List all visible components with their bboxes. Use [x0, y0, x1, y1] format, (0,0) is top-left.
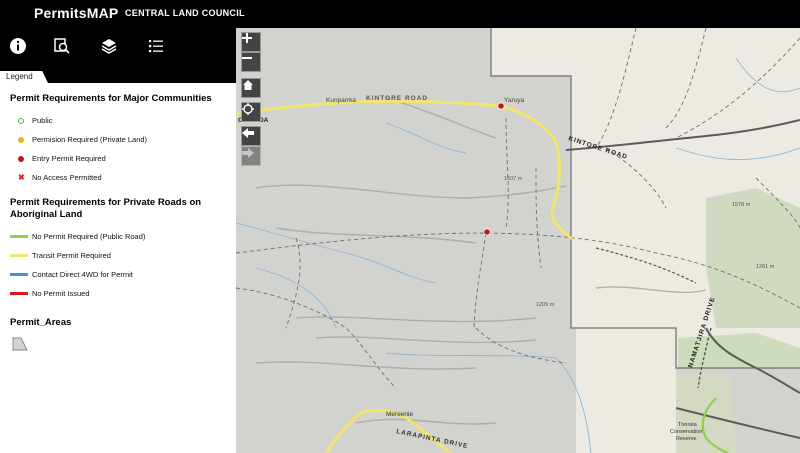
home-icon	[243, 80, 253, 90]
blue-line-icon	[10, 273, 28, 276]
arrow-left-icon	[242, 128, 254, 138]
label-kintore-left: KINTORE ROAD	[366, 95, 428, 102]
legend-item-public: Public	[10, 111, 226, 130]
label-larapinta: LARAPINTA DRIVE	[396, 428, 469, 450]
yellow-line-icon	[10, 254, 28, 257]
entry-permit-dot-icon	[18, 155, 24, 162]
transit-permit-roads	[236, 99, 573, 453]
legend-item-entry-permit: Entry Permit Required	[10, 149, 226, 168]
legend-item-public-road: No Permit Required (Public Road)	[10, 227, 226, 246]
app-header: PermitsMAP CENTRAL LAND COUNCIL	[0, 0, 800, 28]
org-name: CENTRAL LAND COUNCIL	[125, 8, 245, 18]
search-map-button[interactable]	[48, 32, 76, 60]
roads-title: Permit Requirements for Private Roads on…	[10, 197, 202, 220]
community-marker-icon[interactable]	[483, 228, 491, 236]
layers-icon	[101, 39, 117, 54]
communities-list: Public Permision Required (Private Land)…	[10, 111, 226, 187]
permission-dot-icon	[18, 136, 24, 143]
map-canvas: Kunparrka Yaruya KINTORE ROAD KINTORE RO…	[236, 28, 800, 453]
label-conservation: Conservation	[670, 429, 702, 435]
app-title: PermitsMAP	[34, 5, 119, 21]
legend-item-no-permit: No Permit Issued	[10, 284, 226, 303]
previous-extent-button[interactable]	[241, 126, 261, 146]
legend-panel: Permit Requirements for Major Communitie…	[0, 83, 236, 453]
info-icon	[10, 38, 26, 54]
legend-item-no-access: ✖ No Access Permitted	[18, 172, 102, 182]
legend-item-permission: Permision Required (Private Land)	[10, 130, 226, 149]
legend-item-4wd: Contact Direct 4WD for Permit	[10, 265, 226, 284]
panel-toolbar	[0, 28, 236, 68]
label-tnorala: Tnorala	[678, 422, 698, 428]
red-line-icon	[10, 292, 28, 295]
roads-list: No Permit Required (Public Road) Transit…	[10, 227, 226, 303]
label-elev-3: 1261 m	[756, 264, 775, 270]
zoom-in-button[interactable]	[241, 32, 261, 52]
plus-icon	[242, 33, 252, 43]
no-access-x-icon: ✖	[18, 172, 25, 182]
layers-button[interactable]	[95, 32, 123, 60]
minus-icon	[242, 57, 252, 59]
next-extent-button[interactable]	[241, 146, 261, 166]
label-elev-1: 1507 m	[504, 176, 523, 182]
arrow-right-icon	[242, 148, 254, 158]
zoom-out-button[interactable]	[241, 52, 261, 72]
list-icon	[149, 40, 163, 53]
areas-title: Permit_Areas	[10, 317, 72, 328]
label-yaruya: Yaruya	[504, 97, 524, 104]
legend-list-button[interactable]	[142, 32, 170, 60]
legend-item-transit-permit: Transit Permit Required	[10, 246, 226, 265]
map-view[interactable]: Kunparrka Yaruya KINTORE ROAD KINTORE RO…	[236, 28, 800, 453]
green-line-icon	[10, 235, 28, 238]
side-panel: Legend Permit Requirements for Major Com…	[0, 28, 236, 453]
label-elev-2: 1578 m	[732, 202, 751, 208]
home-button[interactable]	[241, 78, 261, 98]
locate-icon	[242, 103, 254, 115]
public-ring-icon	[18, 117, 24, 124]
permit-area-swatch-icon	[12, 337, 28, 351]
communities-title: Permit Requirements for Major Communitie…	[10, 93, 212, 104]
label-elev-4: 1209 m	[536, 302, 555, 308]
label-reserve: Reserve	[676, 436, 696, 442]
info-button[interactable]	[4, 32, 32, 60]
search-map-icon	[54, 38, 70, 54]
locate-button[interactable]	[241, 102, 261, 122]
label-mereenie: Mereenie	[386, 411, 413, 418]
tab-legend[interactable]: Legend	[0, 71, 48, 83]
label-kunparrka: Kunparrka	[326, 97, 356, 104]
